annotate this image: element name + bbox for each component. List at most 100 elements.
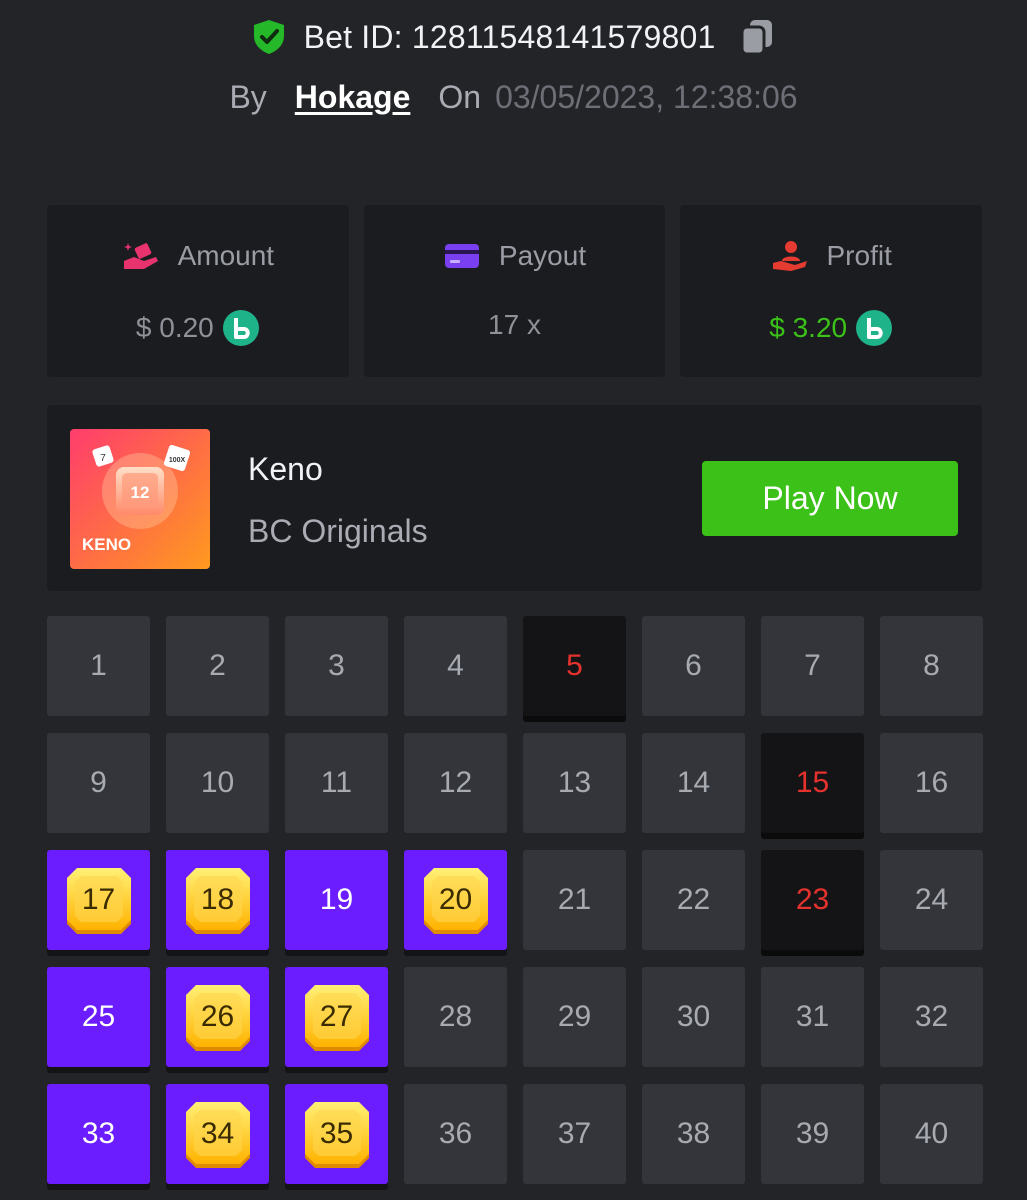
svg-text:KENO: KENO	[82, 535, 131, 554]
keno-tile[interactable]: 32	[880, 967, 983, 1067]
tile-number: 14	[676, 766, 711, 799]
keno-tile[interactable]: 23	[761, 850, 864, 950]
tile-number: 11	[320, 766, 353, 799]
keno-tile[interactable]: 33	[47, 1084, 150, 1184]
keno-tile[interactable]: 29	[523, 967, 626, 1067]
keno-tile[interactable]: 30	[642, 967, 745, 1067]
keno-tile[interactable]: 16	[880, 733, 983, 833]
tile-number: 22	[676, 883, 711, 916]
keno-tile[interactable]: 24	[880, 850, 983, 950]
tile-number: 23	[795, 883, 830, 916]
tile-number: 27	[319, 1000, 354, 1033]
bet-date: 03/05/2023, 12:38:06	[495, 78, 798, 115]
tile-number: 36	[438, 1117, 473, 1150]
tile-number: 10	[200, 766, 235, 799]
game-provider: BC Originals	[248, 513, 428, 549]
tile-number: 17	[81, 883, 116, 916]
tile-number: 28	[438, 1000, 473, 1033]
tile-number: 31	[795, 1000, 830, 1033]
tile-number: 9	[90, 766, 107, 799]
bet-meta-row: By Hokage On 03/05/2023, 12:38:06	[0, 74, 1027, 120]
bc-coin-icon	[222, 309, 260, 347]
keno-tile[interactable]: 38	[642, 1084, 745, 1184]
profit-card: Profit $ 3.20	[680, 205, 983, 377]
tile-number: 4	[447, 649, 464, 682]
keno-tile[interactable]: 14	[642, 733, 745, 833]
keno-tile[interactable]: 3	[285, 616, 388, 716]
keno-tile[interactable]: 26	[166, 967, 269, 1067]
tile-number: 8	[923, 649, 940, 682]
tile-number: 35	[319, 1117, 354, 1150]
tile-number: 15	[795, 766, 830, 799]
tile-number: 19	[319, 883, 354, 916]
verified-shield-icon	[252, 19, 286, 55]
keno-tile[interactable]: 39	[761, 1084, 864, 1184]
tile-number: 6	[685, 649, 702, 682]
tile-number: 34	[200, 1117, 235, 1150]
payout-value: 17 x	[488, 309, 541, 340]
keno-tile[interactable]: 1	[47, 616, 150, 716]
tile-number: 1	[90, 649, 107, 682]
tile-number: 13	[557, 766, 592, 799]
keno-tile[interactable]: 5	[523, 616, 626, 716]
keno-tile[interactable]: 40	[880, 1084, 983, 1184]
keno-tile[interactable]: 8	[880, 616, 983, 716]
tile-number: 38	[676, 1117, 711, 1150]
tile-number: 26	[200, 1000, 235, 1033]
tile-number: 39	[795, 1117, 830, 1150]
tile-number: 3	[328, 649, 345, 682]
copy-icon[interactable]	[739, 18, 775, 56]
card-icon	[443, 239, 481, 273]
profit-value: $ 3.20	[769, 312, 848, 343]
username-link[interactable]: Hokage	[295, 79, 411, 116]
keno-tile[interactable]: 21	[523, 850, 626, 950]
keno-tile[interactable]: 28	[404, 967, 507, 1067]
bet-details-page: Bet ID: 12811548141579801 By Hokage On 0…	[0, 0, 1027, 1200]
profit-label: Profit	[826, 240, 892, 271]
keno-tile[interactable]: 13	[523, 733, 626, 833]
tile-number: 25	[81, 1000, 116, 1033]
keno-tile[interactable]: 4	[404, 616, 507, 716]
keno-tile[interactable]: 37	[523, 1084, 626, 1184]
amount-card: Amount $ 0.20	[47, 205, 349, 377]
tile-number: 40	[914, 1117, 949, 1150]
keno-tile[interactable]: 18	[166, 850, 269, 950]
keno-thumbnail[interactable]: 12 7 100X KENO	[70, 429, 210, 569]
tile-number: 12	[438, 766, 473, 799]
tile-number: 21	[557, 883, 592, 916]
keno-tile[interactable]: 35	[285, 1084, 388, 1184]
game-name: Keno	[248, 451, 323, 487]
amount-value: $ 0.20	[135, 312, 214, 343]
play-now-button[interactable]: Play Now	[702, 461, 958, 536]
game-card: 12 7 100X KENO Keno BC Originals Play No…	[47, 405, 982, 591]
on-label: On	[438, 78, 482, 115]
keno-tile[interactable]: 15	[761, 733, 864, 833]
keno-tile[interactable]: 34	[166, 1084, 269, 1184]
keno-tile[interactable]: 11	[285, 733, 388, 833]
by-label: By	[229, 78, 267, 115]
keno-tile[interactable]: 6	[642, 616, 745, 716]
keno-tile[interactable]: 7	[761, 616, 864, 716]
amount-label: Amount	[177, 240, 275, 271]
keno-tile[interactable]: 19	[285, 850, 388, 950]
tile-number: 24	[914, 883, 949, 916]
keno-tile[interactable]: 17	[47, 850, 150, 950]
keno-tile[interactable]: 27	[285, 967, 388, 1067]
tile-number: 2	[209, 649, 226, 682]
tile-number: 7	[804, 649, 821, 682]
tile-number: 33	[81, 1117, 116, 1150]
keno-tile[interactable]: 2	[166, 616, 269, 716]
keno-tile[interactable]: 12	[404, 733, 507, 833]
keno-tile[interactable]: 9	[47, 733, 150, 833]
keno-tile[interactable]: 31	[761, 967, 864, 1067]
tile-number: 29	[557, 1000, 592, 1033]
keno-tile[interactable]: 10	[166, 733, 269, 833]
tile-number: 5	[566, 649, 583, 682]
bet-stats: Amount $ 0.20 Payout 17 x Profit $ 3.20	[47, 205, 983, 377]
keno-tile[interactable]: 25	[47, 967, 150, 1067]
keno-tile[interactable]: 20	[404, 850, 507, 950]
tile-number: 37	[557, 1117, 592, 1150]
svg-text:12: 12	[131, 483, 150, 502]
keno-tile[interactable]: 22	[642, 850, 745, 950]
keno-tile[interactable]: 36	[404, 1084, 507, 1184]
